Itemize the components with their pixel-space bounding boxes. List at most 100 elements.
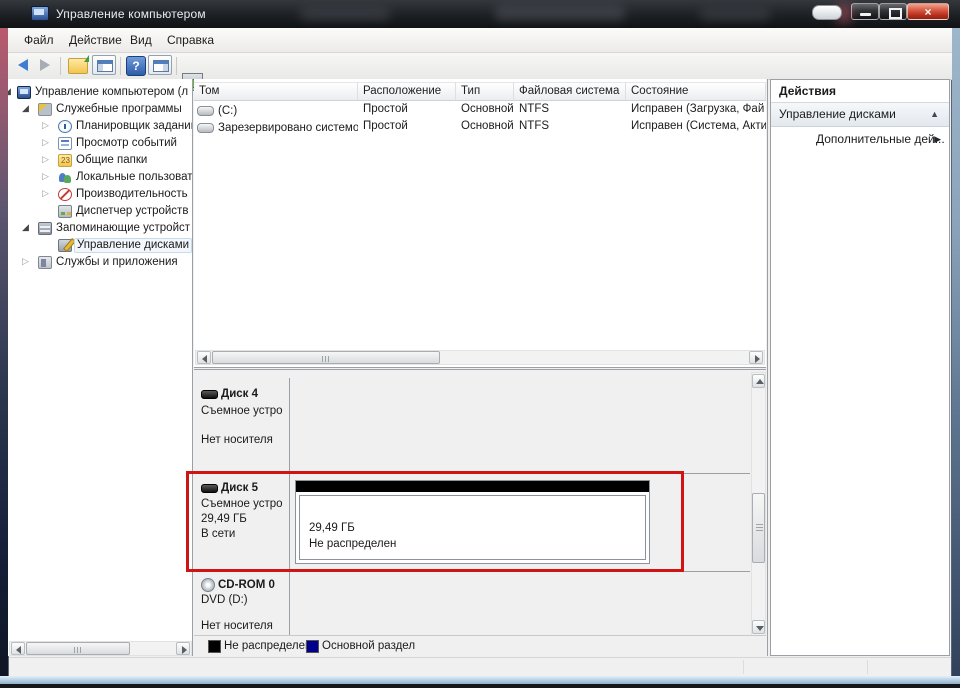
disk-kind: DVD (D:): [201, 594, 248, 606]
expander-icon[interactable]: [22, 256, 34, 267]
disk-icon: [201, 390, 218, 399]
disk-status: Нет носителя: [201, 434, 273, 446]
expander-icon[interactable]: [22, 103, 34, 114]
cd-icon: [201, 578, 215, 592]
scroll-thumb[interactable]: [26, 642, 130, 655]
column-header-filesystem[interactable]: Файловая система: [514, 82, 626, 101]
legend-label: Не распределен: [224, 640, 311, 652]
volume-row-system-reserved[interactable]: Зарезервировано системой Простой Основно…: [194, 119, 766, 136]
disk-status: Нет носителя: [201, 620, 273, 632]
tree-item-disk-management[interactable]: Управление дисками: [8, 238, 192, 255]
title-bar[interactable]: Управление компьютером ×: [0, 0, 960, 28]
forward-icon[interactable]: [40, 59, 50, 71]
close-button[interactable]: ×: [907, 3, 949, 20]
expander-icon[interactable]: [42, 137, 54, 148]
volume-name: (C:): [218, 105, 237, 117]
expander-icon[interactable]: [42, 120, 54, 131]
help-icon[interactable]: [126, 56, 146, 76]
expander-icon[interactable]: [42, 171, 54, 182]
expander-icon[interactable]: [22, 222, 34, 233]
disk-name: Диск 4: [221, 388, 258, 400]
more-actions-item[interactable]: Дополнительные дей... ▶: [771, 130, 949, 150]
tree-item-label: Служебные программы: [56, 103, 182, 115]
glass-reflection: [300, 5, 390, 20]
export-list-icon[interactable]: [68, 58, 88, 74]
tree-item-local-users[interactable]: Локальные пользовате: [8, 170, 192, 187]
disk-row-disk4[interactable]: Диск 4 Съемное устро Нет носителя: [194, 378, 750, 474]
shared-folders-icon: [58, 154, 72, 167]
volume-layout: Простой: [358, 119, 456, 136]
more-actions-label: Дополнительные дей...: [816, 132, 945, 146]
unallocated-swatch: [208, 640, 221, 653]
maximize-button[interactable]: [879, 3, 907, 20]
scroll-down-button[interactable]: [752, 620, 765, 634]
tree-item-label: Общие папки: [76, 154, 147, 166]
scroll-right-button[interactable]: [176, 642, 190, 655]
minimize-button[interactable]: [851, 3, 879, 20]
volume-layout: Простой: [358, 102, 456, 119]
tree-item-label: Локальные пользовате: [76, 171, 193, 183]
task-scheduler-icon: [58, 120, 72, 133]
scroll-left-button[interactable]: [11, 642, 25, 655]
scroll-right-button[interactable]: [749, 351, 763, 364]
tree-item-label: Планировщик заданий: [76, 120, 193, 132]
volume-status: Исправен (Система, Акти: [626, 119, 766, 136]
tree-item-task-scheduler[interactable]: Планировщик заданий: [8, 119, 192, 136]
menu-action[interactable]: Действие: [65, 32, 126, 48]
column-header-status[interactable]: Состояние: [626, 82, 766, 101]
expander-icon[interactable]: [8, 86, 16, 97]
scroll-up-button[interactable]: [752, 374, 765, 388]
scroll-thumb[interactable]: [752, 493, 765, 563]
scroll-left-button[interactable]: [197, 351, 211, 364]
collapse-icon[interactable]: ▲: [930, 109, 939, 119]
expander-icon[interactable]: [42, 154, 54, 165]
actions-section-disk-management[interactable]: Управление дисками ▲: [771, 103, 949, 127]
graphical-view-vscrollbar[interactable]: [751, 372, 766, 636]
column-header-volume[interactable]: Том: [194, 82, 358, 101]
tree-item-device-manager[interactable]: Диспетчер устройств: [8, 204, 192, 221]
volume-list-hscrollbar[interactable]: [195, 350, 765, 365]
menu-view[interactable]: Вид: [126, 32, 156, 48]
tree-item-label: Запоминающие устройст: [56, 222, 190, 234]
back-icon[interactable]: [18, 59, 28, 71]
window-border-right: [952, 28, 960, 676]
disk-row-cdrom0[interactable]: CD-ROM 0 DVD (D:) Нет носителя: [194, 572, 750, 640]
device-manager-icon: [58, 205, 72, 218]
scroll-thumb[interactable]: [212, 351, 440, 364]
expander-icon[interactable]: [42, 188, 54, 199]
tree-hscrollbar[interactable]: [9, 641, 192, 656]
tree-item-system-tools[interactable]: Служебные программы: [8, 102, 192, 119]
cdrom0-label[interactable]: CD-ROM 0 DVD (D:) Нет носителя: [195, 572, 290, 640]
screen: Управление компьютером × Файл Действие В…: [0, 0, 960, 688]
column-header-type[interactable]: Тип: [456, 82, 514, 101]
volume-name: Зарезервировано системой: [218, 122, 358, 134]
show-action-pane-button[interactable]: [148, 55, 172, 75]
menu-file[interactable]: Файл: [20, 32, 58, 48]
toolbar: [8, 53, 952, 80]
tree-item-services-apps[interactable]: Службы и приложения: [8, 255, 192, 272]
tree-item-event-viewer[interactable]: Просмотр событий: [8, 136, 192, 153]
menu-help[interactable]: Справка: [163, 32, 218, 48]
volume-row-c[interactable]: (C:) Простой Основной NTFS Исправен (Заг…: [194, 102, 766, 119]
disk4-label[interactable]: Диск 4 Съемное устро Нет носителя: [195, 378, 290, 473]
event-viewer-icon: [58, 137, 72, 150]
volume-filesystem: NTFS: [514, 102, 626, 119]
window-border-left: [0, 28, 8, 676]
minimize-icon: [860, 13, 871, 16]
overlay-pill-button[interactable]: [812, 5, 842, 20]
tree-item-computer-management[interactable]: Управление компьютером (л: [8, 85, 192, 102]
volume-filesystem: NTFS: [514, 119, 626, 136]
column-header-layout[interactable]: Расположение: [358, 82, 456, 101]
actions-section-label: Управление дисками: [779, 107, 896, 121]
actions-pane-title: Действия: [771, 80, 949, 103]
tree-item-label: Диспетчер устройств: [76, 205, 188, 217]
tree-item-performance[interactable]: Производительность: [8, 187, 192, 204]
tree-item-shared-folders[interactable]: Общие папки: [8, 153, 192, 170]
tree-item-label: Управление компьютером (л: [35, 86, 188, 98]
volume-type: Основной: [456, 119, 514, 136]
action-pane-icon: [153, 60, 169, 72]
volume-type: Основной: [456, 102, 514, 119]
glass-reflection: [700, 6, 770, 20]
tree-item-storage[interactable]: Запоминающие устройст: [8, 221, 192, 238]
show-console-tree-button[interactable]: [92, 55, 116, 75]
